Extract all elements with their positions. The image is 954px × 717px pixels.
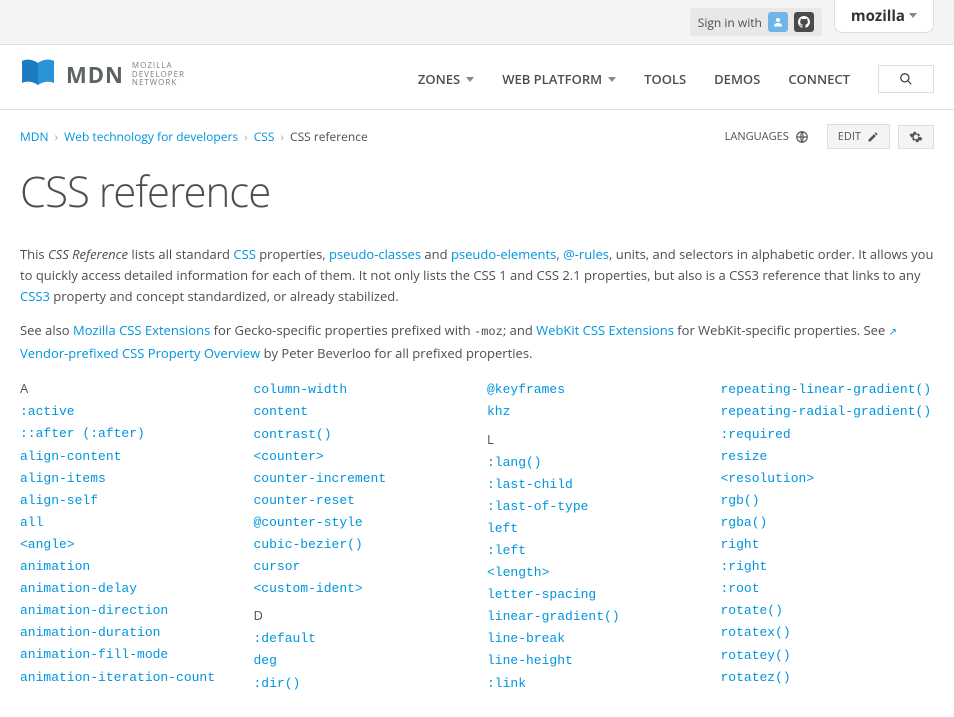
search-icon (899, 72, 913, 86)
sign-in-label: Sign in with (698, 14, 762, 31)
link-mozilla-css-ext[interactable]: Mozilla CSS Extensions (73, 321, 210, 339)
index-link[interactable]: line-break (487, 628, 701, 650)
index-link[interactable]: line-height (487, 650, 701, 672)
index-link[interactable]: :link (487, 673, 701, 695)
settings-button[interactable] (898, 125, 934, 149)
index-link[interactable]: ::after (:after) (20, 423, 234, 445)
index-link[interactable]: all (20, 512, 234, 534)
index-link[interactable]: :active (20, 401, 234, 423)
index-link[interactable]: @keyframes (487, 379, 701, 401)
index-link[interactable]: :right (721, 556, 935, 578)
index-link[interactable]: cursor (254, 556, 468, 578)
breadcrumb-mdn[interactable]: MDN (20, 128, 49, 145)
chevron-down-icon (909, 13, 917, 18)
index-link[interactable]: :last-child (487, 474, 701, 496)
index-link[interactable]: <length> (487, 562, 701, 584)
link-vendor-prefix[interactable]: Vendor-prefixed CSS Property Overview (20, 344, 260, 362)
index-link[interactable]: animation-delay (20, 578, 234, 600)
book-icon (20, 57, 56, 93)
index-link[interactable]: rotatey() (721, 645, 935, 667)
edit-button[interactable]: EDIT (827, 124, 890, 149)
index-link[interactable]: letter-spacing (487, 584, 701, 606)
github-icon[interactable] (794, 12, 814, 32)
index-link[interactable]: khz (487, 401, 701, 423)
breadcrumb-webtech[interactable]: Web technology for developers (64, 128, 238, 145)
index-link[interactable]: animation-iteration-count (20, 667, 234, 689)
index-link[interactable]: counter-reset (254, 490, 468, 512)
chevron-down-icon (466, 77, 474, 82)
chevron-down-icon (608, 77, 616, 82)
index-link[interactable]: rotate() (721, 600, 935, 622)
index-link[interactable]: contrast() (254, 424, 468, 446)
index-link[interactable]: cubic-bezier() (254, 534, 468, 556)
nav-zones[interactable]: ZONES (418, 70, 474, 88)
index-link[interactable]: align-items (20, 468, 234, 490)
index-link[interactable]: linear-gradient() (487, 606, 701, 628)
index-link[interactable]: align-self (20, 490, 234, 512)
index-link[interactable]: @counter-style (254, 512, 468, 534)
link-at-rules[interactable]: @-rules (563, 245, 609, 263)
index-link[interactable]: <counter> (254, 446, 468, 468)
nav-demos[interactable]: DEMOS (714, 70, 760, 88)
index-link[interactable]: content (254, 401, 468, 423)
index-link[interactable]: :root (721, 578, 935, 600)
nav-connect[interactable]: CONNECT (788, 70, 850, 88)
logo-text: MDN (66, 60, 124, 90)
link-pseudo-elements[interactable]: pseudo-elements (451, 245, 556, 263)
external-link-icon: ↗ (889, 324, 897, 338)
nav-tools[interactable]: TOOLS (644, 70, 686, 88)
index-letter: A (20, 379, 234, 397)
mdn-logo[interactable]: MDN MOZILLA DEVELOPER NETWORK (20, 57, 185, 93)
link-pseudo-classes[interactable]: pseudo-classes (329, 245, 421, 263)
languages-button[interactable]: LANGUAGES (715, 125, 819, 148)
page-title: CSS reference (20, 163, 934, 220)
index-link[interactable]: rgb() (721, 490, 935, 512)
index-link[interactable]: right (721, 534, 935, 556)
globe-icon (795, 130, 809, 144)
index-link[interactable]: <angle> (20, 534, 234, 556)
property-index: A:active::after (:after)align-contentali… (20, 379, 934, 697)
index-link[interactable]: rotatez() (721, 667, 935, 689)
nav-web-platform[interactable]: WEB PLATFORM (502, 70, 616, 88)
link-webkit-css-ext[interactable]: WebKit CSS Extensions (536, 321, 674, 339)
link-css3[interactable]: CSS3 (20, 287, 50, 305)
index-link[interactable]: repeating-linear-gradient() (721, 379, 935, 401)
logo-subtitle: MOZILLA DEVELOPER NETWORK (132, 62, 185, 88)
breadcrumb: MDN› Web technology for developers› CSS›… (20, 128, 368, 145)
index-letter: D (254, 606, 468, 624)
mozilla-tab[interactable]: mozilla (834, 0, 934, 33)
index-link[interactable]: animation-fill-mode (20, 644, 234, 666)
search-input[interactable] (878, 65, 934, 93)
index-link[interactable]: counter-increment (254, 468, 468, 490)
index-link[interactable]: :required (721, 424, 935, 446)
index-link[interactable]: :lang() (487, 452, 701, 474)
index-link[interactable]: <resolution> (721, 468, 935, 490)
index-link[interactable]: <custom-ident> (254, 578, 468, 600)
index-link[interactable]: animation-direction (20, 600, 234, 622)
breadcrumb-css[interactable]: CSS (254, 128, 275, 145)
index-link[interactable]: align-content (20, 446, 234, 468)
sign-in[interactable]: Sign in with (690, 8, 822, 36)
index-link[interactable]: animation-duration (20, 622, 234, 644)
index-link[interactable]: :dir() (254, 673, 468, 695)
index-link[interactable]: :left (487, 540, 701, 562)
persona-icon[interactable] (768, 12, 788, 32)
index-link[interactable]: :last-of-type (487, 496, 701, 518)
main-nav: ZONES WEB PLATFORM TOOLS DEMOS CONNECT (418, 65, 934, 93)
index-link[interactable]: deg (254, 650, 468, 672)
index-link[interactable]: :default (254, 628, 468, 650)
index-link[interactable]: animation (20, 556, 234, 578)
intro: This CSS Reference lists all standard CS… (20, 244, 934, 363)
index-link[interactable]: repeating-radial-gradient() (721, 401, 935, 423)
index-letter: L (487, 430, 701, 448)
breadcrumb-current: CSS reference (290, 128, 368, 145)
index-link[interactable]: left (487, 518, 701, 540)
gear-icon (909, 130, 923, 144)
index-link[interactable]: rotatex() (721, 622, 935, 644)
pencil-icon (867, 131, 879, 143)
index-link[interactable]: column-width (254, 379, 468, 401)
index-link[interactable]: resize (721, 446, 935, 468)
link-css[interactable]: CSS (233, 245, 255, 263)
index-link[interactable]: rgba() (721, 512, 935, 534)
